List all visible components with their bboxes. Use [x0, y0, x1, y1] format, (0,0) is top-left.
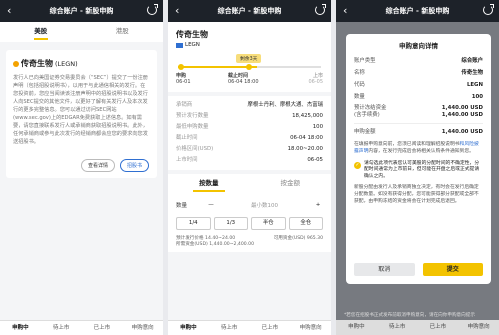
footer-note: *若您在招股书正式发布前取消申购意向，请在向你申购意向提示 — [344, 312, 475, 318]
tab-pending-listing[interactable]: 待上市 — [41, 321, 82, 335]
market-tabs: 美股 港股 — [0, 22, 163, 42]
tab-hk[interactable]: 港股 — [82, 22, 164, 42]
prospectus-notice: 在填报申购意向前，您须已阅读和理解招股说明书和风险披露声明内容，在发行完成后会将… — [354, 142, 479, 154]
bottom-tab-bar: 申购中 待上市 已上市 申购意向 — [336, 320, 499, 335]
tab-listed[interactable]: 已上市 — [82, 321, 123, 335]
detail-row: 截止时间 06-04 18:00 — [176, 135, 323, 141]
tab-subscribing[interactable]: 申购中 — [168, 321, 209, 335]
refresh-icon[interactable] — [147, 4, 158, 15]
amount-row: 申购金额 1,440.00 USD — [354, 129, 483, 135]
quantity-stepper: 数量 — 最小数100 + — [176, 198, 323, 212]
intent-detail-modal: 申购意向详情 账户类型 综合账户 名称 传奇生物 代码 LEGN 数量 100 预计冻结… — [346, 34, 491, 284]
half-button[interactable]: 半仓 — [251, 217, 286, 230]
tab-pending-listing[interactable]: 待上市 — [377, 320, 418, 335]
modal-actions: 取消 提交 — [354, 263, 483, 276]
stock-code: LEGN — [185, 42, 200, 48]
panel-us-ipo-list: ‹ 综合账户 - 新股申购 美股 港股 传奇生物 (LEGN) 发行人已向美国证… — [0, 0, 163, 335]
minus-button[interactable]: — — [206, 202, 216, 208]
view-detail-button[interactable]: 查看详情 — [80, 159, 115, 172]
quarter-button[interactable]: 1/4 — [176, 217, 211, 230]
nav-title: 综合账户 - 新股申购 — [49, 7, 114, 15]
back-icon[interactable]: ‹ — [175, 4, 179, 17]
ipo-details: 承销商 摩根士丹利、摩根大通、杰富瑞 预计发行数量 18,425,000 最低申购数… — [168, 96, 331, 170]
modal-row: 账户类型 综合账户 — [354, 58, 483, 64]
back-icon[interactable]: ‹ — [343, 4, 347, 17]
tab-intent[interactable]: 申购意向 — [122, 321, 163, 335]
detail-row: 上市时间 06-05 — [176, 157, 323, 163]
checkmark-icon[interactable]: ✓ — [354, 161, 361, 169]
submit-button[interactable]: 提交 — [422, 263, 483, 276]
position-fraction-buttons: 1/4 1/3 半仓 全仓 — [176, 217, 323, 230]
tab-subscribing[interactable]: 申购中 — [336, 320, 377, 335]
tab-listed[interactable]: 已上市 — [418, 320, 459, 335]
plus-button[interactable]: + — [313, 202, 323, 208]
cancel-button[interactable]: 取消 — [354, 263, 415, 276]
tab-subscribing[interactable]: 申购中 — [0, 321, 41, 335]
bottom-tab-bar: 申购中 待上市 已上市 申购意向 — [0, 320, 163, 335]
tab-intent[interactable]: 申购意向 — [290, 321, 331, 335]
refresh-icon[interactable] — [483, 4, 494, 15]
stock-code: (LEGN) — [55, 59, 78, 68]
allocation-notice: 新股分配由发行人及承销商独立决定，有时会在发行后确定分配数量。如没有获得分配，您… — [354, 184, 479, 204]
detail-row: 价格区间(USD) 18.00~20.00 — [176, 146, 323, 152]
third-button[interactable]: 1/3 — [213, 217, 248, 230]
quantity-input[interactable]: 最小数100 — [216, 201, 313, 209]
tab-by-amount[interactable]: 按金额 — [250, 174, 332, 194]
countdown-badge: 剩余3天 — [236, 54, 262, 63]
us-flag-icon — [176, 42, 183, 48]
stock-header: 传奇生物 LEGN 剩余3天 申购 06-01 截止时间 06-04 18:00 上… — [168, 22, 331, 92]
ipo-timeline: 剩余3天 申购 06-01 截止时间 06-04 18:00 上市 06-05 — [176, 54, 323, 86]
stock-name: 传奇生物 — [21, 59, 53, 68]
available-funds: 可用资金(USD) 965.30 — [273, 236, 323, 241]
modal-row: 数量 100 — [354, 94, 483, 100]
timeline-dot-deadline — [246, 64, 252, 70]
timeline-deadline: 截止时间 06-04 18:00 — [228, 73, 259, 85]
nav-title: 综合账户 - 新股申购 — [385, 7, 450, 15]
prospectus-button[interactable]: 招股书 — [119, 159, 149, 172]
stock-name: 传奇生物 — [176, 30, 208, 39]
top-nav: ‹ 综合账户 - 新股申购 — [336, 0, 499, 22]
detail-row: 最低申购数量 100 — [176, 124, 323, 130]
acknowledge-checkbox[interactable]: ✓ 请勾选此项代表您认可美股的分配时间的不确定性，分配时间通常为上市前日，但可能… — [354, 161, 483, 181]
divider — [354, 123, 483, 124]
back-icon[interactable]: ‹ — [7, 4, 11, 17]
timeline-dot-start — [178, 64, 184, 70]
full-button[interactable]: 全仓 — [288, 217, 323, 230]
frozen-funds-row: 预计冻结资金 (含手续费) 1,440.00 USD 1,440.00 USD — [354, 105, 483, 118]
modal-row: 名称 传奇生物 — [354, 70, 483, 76]
nav-title: 综合账户 - 新股申购 — [217, 7, 282, 15]
order-mode-tabs: 按数量 按金额 — [168, 174, 331, 194]
stock-icon — [13, 60, 19, 67]
tab-pending-listing[interactable]: 待上市 — [209, 321, 250, 335]
detail-row: 预计发行数量 18,425,000 — [176, 113, 323, 119]
funds-info: 预计发行价格 14.40~24.00 所需资金(USD) 1,440.00~2,… — [176, 236, 323, 248]
modal-row: 代码 LEGN — [354, 82, 483, 88]
panel-confirm-modal: ‹ 综合账户 - 新股申购 申购意向详情 账户类型 综合账户 名称 传奇生物 代码 L… — [336, 0, 499, 335]
modal-title: 申购意向详情 — [399, 42, 438, 50]
timeline-listing: 上市 06-05 — [308, 73, 323, 85]
stock-code-row: LEGN — [176, 42, 323, 48]
tab-by-quantity[interactable]: 按数量 — [168, 174, 250, 194]
refresh-icon[interactable] — [315, 4, 326, 15]
top-nav: ‹ 综合账户 - 新股申购 — [0, 0, 163, 22]
acknowledge-text: 请勾选此项代表您认可美股的分配时间的不确定性，分配时间通常为上市前日，但可能在开… — [364, 160, 480, 180]
timeline-progress — [178, 66, 257, 68]
ipo-card[interactable]: 传奇生物 (LEGN) 发行人已向美国证券交易委员会（“SEC”）提交了一份注册… — [6, 50, 157, 178]
price-info: 预计发行价格 14.40~24.00 所需资金(USD) 1,440.00~2,… — [176, 236, 254, 247]
quantity-section: 数量 — 最小数100 + 1/4 1/3 半仓 全仓 预计发行价格 14.40… — [168, 194, 331, 252]
quantity-label: 数量 — [176, 203, 188, 209]
tab-us[interactable]: 美股 — [0, 22, 82, 42]
top-nav: ‹ 综合账户 - 新股申购 — [168, 0, 331, 22]
detail-row: 承销商 摩根士丹利、摩根大通、杰富瑞 — [176, 102, 323, 108]
tab-intent[interactable]: 申购意向 — [458, 320, 499, 335]
timeline-subscribe: 申购 06-01 — [176, 73, 191, 85]
disclosure-text: 发行人已向美国证券交易委员会（“SEC”）提交了一份注册声明（包括招股说明书），… — [13, 75, 148, 145]
bottom-tab-bar: 申购中 待上市 已上市 申购意向 — [168, 320, 331, 335]
tab-listed[interactable]: 已上市 — [250, 321, 291, 335]
card-actions: 查看详情 招股书 — [80, 159, 149, 172]
stock-title: 传奇生物 (LEGN) — [13, 58, 150, 69]
panel-ipo-detail: ‹ 综合账户 - 新股申购 传奇生物 LEGN 剩余3天 申购 06-01 截止时… — [168, 0, 331, 335]
